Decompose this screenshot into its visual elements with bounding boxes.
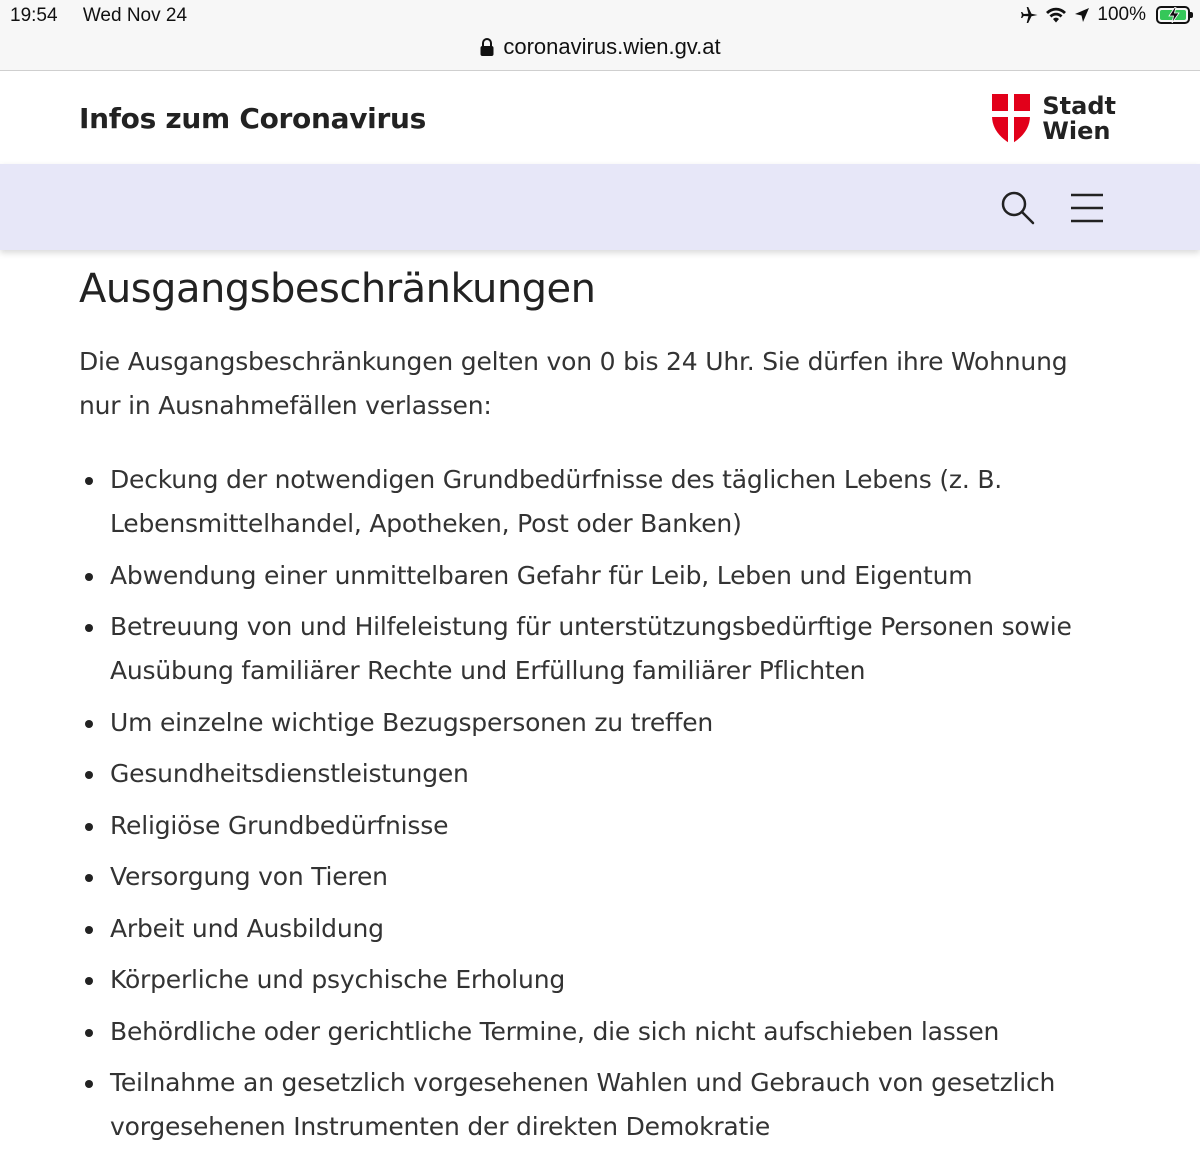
list-item: Um einzelne wichtige Bezugspersonen zu t…: [79, 701, 1079, 745]
battery-percent: 100%: [1097, 4, 1146, 25]
lock-icon: [480, 38, 494, 56]
exception-list: Deckung der notwendigen Grundbedürfnisse…: [79, 458, 1079, 1149]
list-item: Betreuung von und Hilfeleistung für unte…: [79, 605, 1079, 693]
logo-text: Stadt Wien: [1042, 94, 1116, 144]
list-item: Teilnahme an gesetzlich vorgesehenen Wah…: [79, 1061, 1079, 1149]
list-item: Körperliche und psychische Erholung: [79, 958, 1079, 1002]
status-date: Wed Nov 24: [82, 5, 188, 26]
logo-line-stadt: Stadt: [1042, 92, 1116, 120]
wifi-icon: [1046, 7, 1067, 23]
logo-line-wien: Wien: [1042, 117, 1111, 145]
intro-paragraph: Die Ausgangsbeschränkungen gelten von 0 …: [79, 347, 1068, 420]
browser-chrome: 19:54 Wed Nov 24 100% coronavirus.wien.g…: [0, 0, 1200, 71]
site-header: Infos zum Coronavirus Stadt Wien: [0, 72, 1200, 164]
hamburger-menu-icon: [1071, 193, 1103, 223]
search-button[interactable]: [1000, 190, 1036, 226]
list-item: Arbeit und Ausbildung: [79, 907, 1079, 951]
main-content: Ausgangsbeschränkungen Die Ausgangsbesch…: [79, 266, 1079, 1157]
address-bar[interactable]: coronavirus.wien.gv.at: [0, 34, 1200, 60]
list-item: Abwendung einer unmittelbaren Gefahr für…: [79, 554, 1079, 598]
search-icon: [1001, 191, 1035, 225]
url-text: coronavirus.wien.gv.at: [503, 34, 721, 59]
page-heading: Ausgangsbeschränkungen: [79, 266, 596, 312]
stadt-wien-logo[interactable]: Stadt Wien: [992, 94, 1116, 144]
list-item: Gesundheitsdienstleistungen: [79, 752, 1079, 796]
list-item: Behördliche oder gerichtliche Termine, d…: [79, 1010, 1079, 1054]
status-bar-left: 19:54 Wed Nov 24: [10, 5, 207, 27]
list-item: Versorgung von Tieren: [79, 855, 1079, 899]
list-item: Deckung der notwendigen Grundbedürfnisse…: [79, 458, 1079, 546]
battery-charging-icon: [1156, 6, 1193, 24]
list-item: Religiöse Grundbedürfnisse: [79, 804, 1079, 848]
menu-button[interactable]: [1070, 192, 1104, 224]
airplane-icon: [1021, 7, 1038, 23]
status-bar-right: 100%: [1019, 3, 1193, 27]
wien-shield-icon: [992, 94, 1031, 144]
status-time: 19:54: [10, 5, 58, 26]
navigation-bar: [0, 164, 1200, 250]
site-title[interactable]: Infos zum Coronavirus: [79, 102, 426, 135]
location-icon: [1075, 8, 1090, 22]
